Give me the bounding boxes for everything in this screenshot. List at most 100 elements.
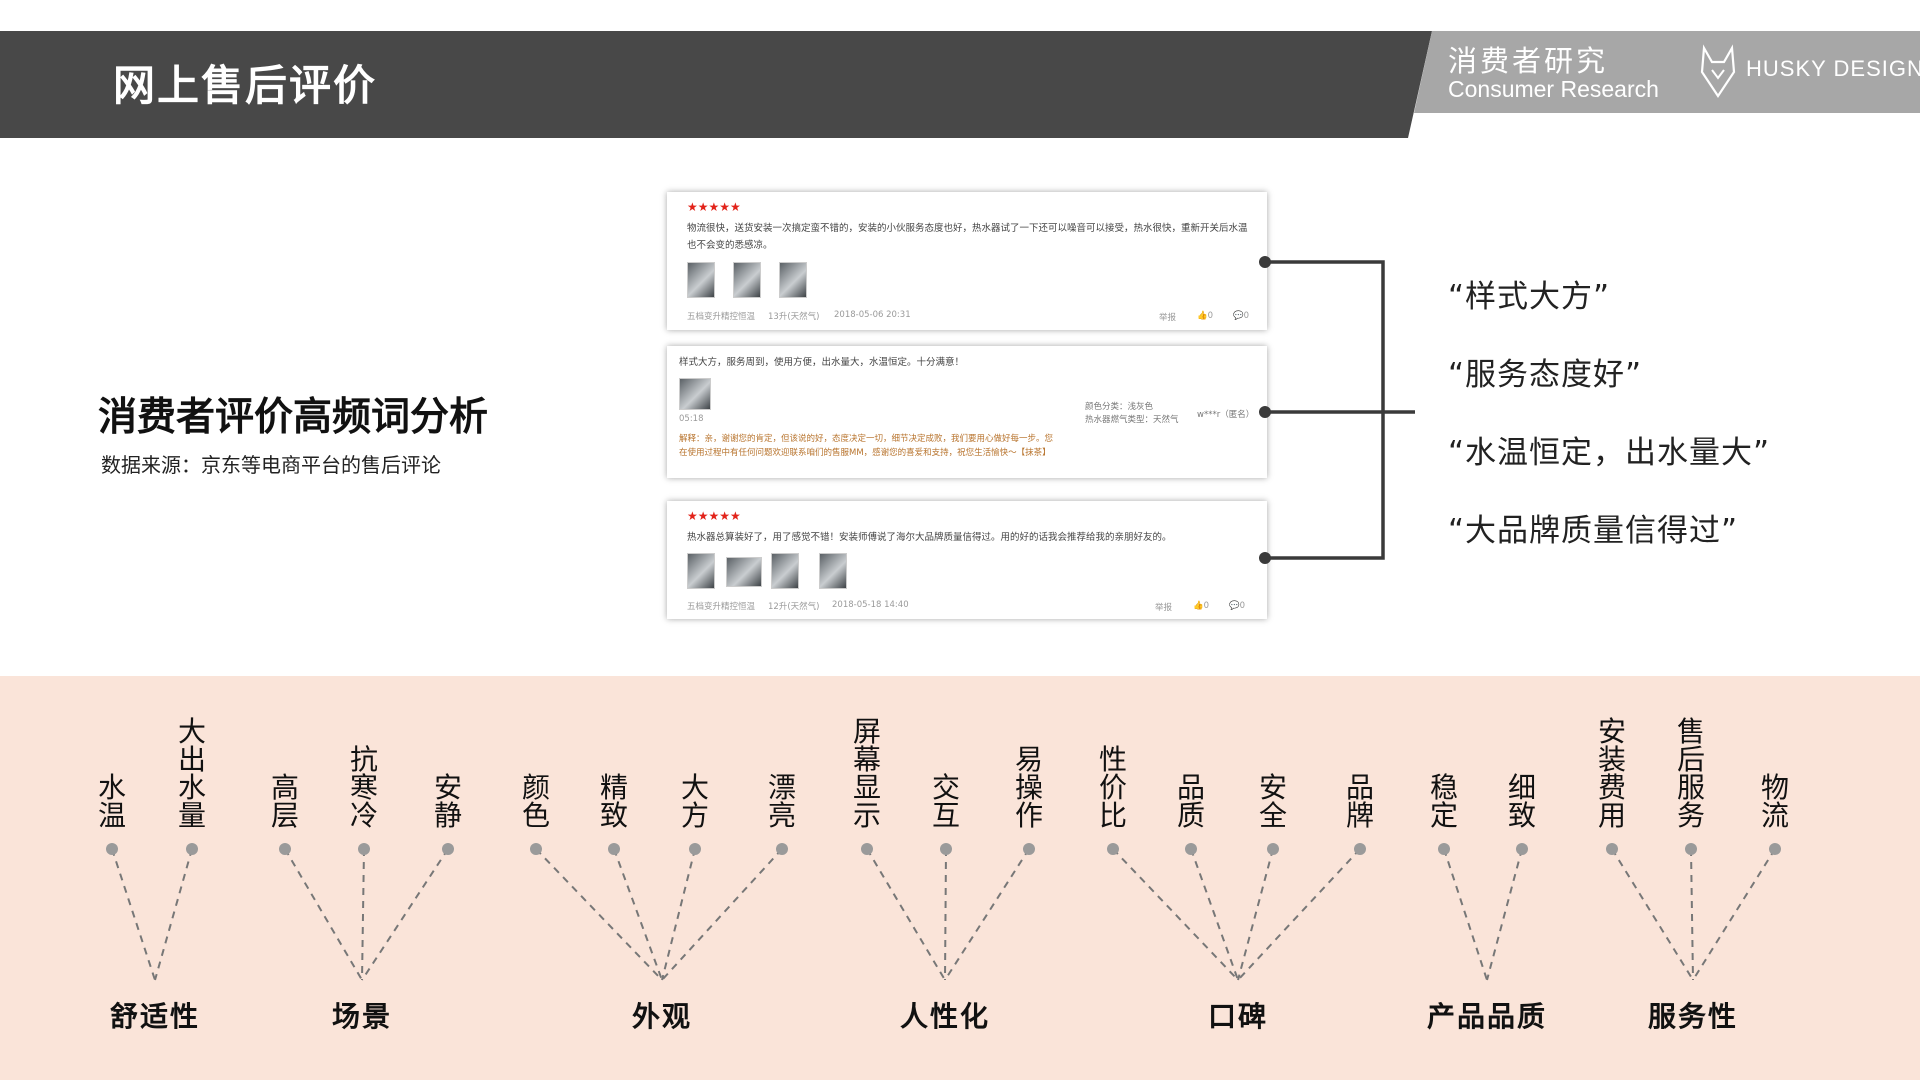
- merchant-reply: 解释：亲，谢谢您的肯定，但该说的好，态度决定一切，细节决定成败，我们要用心做好每…: [679, 434, 1054, 458]
- tree-node-dot: [1516, 843, 1528, 855]
- section-title: 消费者评价高频词分析: [98, 395, 489, 440]
- tree-keyword: 大方: [680, 771, 709, 832]
- thumbs-up-icon: 👍: [1193, 601, 1204, 611]
- product-spec: 13升(天然气): [768, 312, 820, 322]
- tree-category-label: 舒适性: [109, 1000, 201, 1033]
- tree-keyword: 精致: [599, 771, 628, 832]
- tree-keyword: 安装费用: [1597, 715, 1626, 832]
- tree-branch-line: [1112, 848, 1239, 981]
- report-link[interactable]: 举报: [1159, 311, 1176, 323]
- comment-count-value: 0: [1243, 311, 1250, 321]
- like-count[interactable]: 👍0: [1197, 311, 1213, 321]
- tree-node-dot: [279, 843, 291, 855]
- tree-branch-line: [1611, 848, 1694, 981]
- star-rating: ★★★★★: [687, 509, 741, 523]
- tree-category-label: 场景: [331, 1000, 393, 1033]
- tree-branch-line: [1690, 848, 1694, 981]
- tree-keyword: 性价比: [1098, 743, 1127, 832]
- tree-node-dot: [1354, 843, 1366, 855]
- review-time: 05:18: [679, 414, 704, 424]
- tree-keyword: 抗寒冷: [349, 743, 378, 832]
- research-title-cn: 消费者研究: [1448, 44, 1609, 78]
- tree-category-label: 服务性: [1647, 1000, 1739, 1033]
- tree-node-dot: [1685, 843, 1697, 855]
- tree-node-dot: [1023, 843, 1035, 855]
- tree-keyword: 售后服务: [1676, 715, 1705, 832]
- tree-node-dot: [1606, 843, 1618, 855]
- report-link[interactable]: 举报: [1155, 601, 1172, 613]
- review-photo[interactable]: [687, 262, 715, 298]
- tree-branch-line: [284, 848, 363, 981]
- keyword-quote: “样式大方”: [1448, 279, 1611, 315]
- review-card-2: 样式大方，服务周到，使用方便，出水量大，水温恒定。十分满意！ 05:18 颜色分…: [667, 346, 1267, 478]
- like-count-value: 0: [1203, 601, 1210, 611]
- tree-keyword: 易操作: [1014, 743, 1043, 832]
- comment-icon: 💬: [1233, 311, 1244, 321]
- comment-count[interactable]: 💬0: [1233, 311, 1249, 321]
- product-variant: 五档变升精控恒温: [687, 312, 756, 322]
- tree-node-dot: [608, 843, 620, 855]
- brand-name: HUSKY DESIGN: [1746, 56, 1920, 81]
- tree-node-dot: [1107, 843, 1119, 855]
- review-photo[interactable]: [733, 262, 761, 298]
- like-count-value: 0: [1207, 311, 1214, 321]
- tree-node-dot: [442, 843, 454, 855]
- tree-node-dot: [861, 843, 873, 855]
- tree-branch-line: [1443, 848, 1488, 981]
- review-photo[interactable]: [687, 553, 715, 589]
- reviewer-name: w***r（匿名）: [1197, 410, 1255, 420]
- tree-node-dot: [186, 843, 198, 855]
- product-spec: 12升(天然气): [768, 602, 820, 612]
- tree-branch-line: [361, 848, 365, 981]
- tree-branch-line: [661, 848, 783, 981]
- page-title: 网上售后评价: [113, 61, 378, 110]
- tree-node-dot: [940, 843, 952, 855]
- tree-branch-line: [1190, 848, 1239, 981]
- tree-keyword: 安全: [1258, 771, 1287, 832]
- tree-branch-line: [111, 848, 156, 981]
- tree-branch-line: [1692, 848, 1776, 981]
- tree-keyword: 高层: [270, 771, 299, 832]
- tree-keyword: 安静: [433, 771, 462, 832]
- tree-branch-line: [1486, 848, 1523, 981]
- like-count[interactable]: 👍0: [1193, 601, 1209, 611]
- tree-node-dot: [358, 843, 370, 855]
- tree-keyword: 屏幕显示: [852, 715, 881, 832]
- tree-branch-line: [944, 848, 947, 981]
- tree-keyword: 颜色: [521, 771, 550, 832]
- tree-branch-line: [1237, 848, 1274, 981]
- tree-keyword: 水温: [97, 771, 126, 832]
- gas-type: 热水器燃气类型：天然气: [1085, 415, 1179, 425]
- review-date: 2018-05-06 20:31: [834, 310, 911, 320]
- tree-node-dot: [1769, 843, 1781, 855]
- research-title-en: Consumer Research: [1448, 76, 1659, 102]
- tree-branch-line: [613, 848, 663, 981]
- tree-branch-line: [944, 848, 1030, 981]
- review-date: 2018-05-18 14:40: [832, 600, 909, 610]
- tree-branch-line: [154, 848, 193, 981]
- review-card-3: ★★★★★ 热水器总算装好了，用了感觉不错！安装师傅说了海尔大品牌质量信得过。用…: [667, 501, 1267, 619]
- tree-keyword: 漂亮: [767, 771, 796, 832]
- review-photo[interactable]: [679, 378, 711, 410]
- comment-count[interactable]: 💬0: [1229, 601, 1245, 611]
- husky-logo-icon: [1700, 44, 1736, 98]
- review-photo[interactable]: [779, 262, 807, 298]
- tree-category-label: 口碑: [1207, 1000, 1269, 1033]
- tree-keyword: 品质: [1176, 771, 1205, 832]
- review-card-1: ★★★★★ 物流很快，送货安装一次搞定蛮不错的，安装的小伙服务态度也好，热水器试…: [667, 192, 1267, 330]
- review-photo[interactable]: [726, 557, 762, 587]
- review-text: 热水器总算装好了，用了感觉不错！安装师傅说了海尔大品牌质量信得过。用的好的话我会…: [687, 532, 1172, 543]
- tree-keyword: 物流: [1760, 771, 1789, 832]
- review-photo[interactable]: [771, 553, 799, 589]
- tree-branch-line: [661, 848, 696, 981]
- color-variant: 颜色分类：浅灰色: [1085, 402, 1154, 412]
- comment-icon: 💬: [1229, 601, 1240, 611]
- tree-category-label: 人性化: [899, 1000, 991, 1033]
- tree-keyword: 品牌: [1345, 771, 1374, 832]
- tree-keyword: 大出水量: [177, 715, 206, 832]
- tree-keyword: 稳定: [1429, 771, 1458, 832]
- tree-category-label: 产品品质: [1426, 1000, 1548, 1033]
- review-photo[interactable]: [819, 553, 847, 589]
- tree-branch-line: [361, 848, 449, 981]
- tree-node-dot: [1185, 843, 1197, 855]
